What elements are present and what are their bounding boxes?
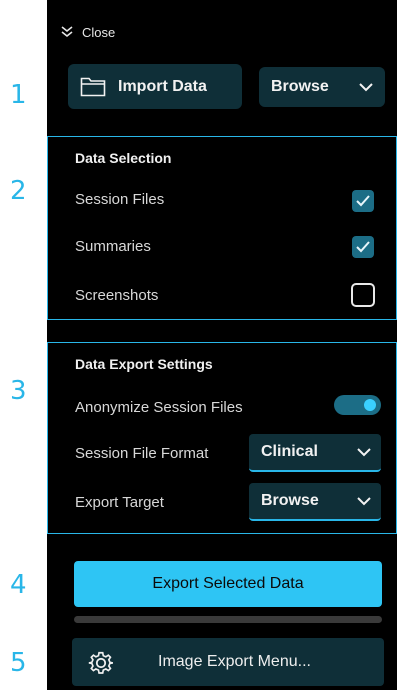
screenshots-checkbox[interactable] [351,283,375,307]
folder-icon [80,77,106,96]
close-label: Close [82,24,116,40]
marker-3: 3 [10,376,27,406]
screenshots-label: Screenshots [75,287,159,304]
export-settings-section: Data Export Settings Anonymize Session F… [47,342,397,534]
session-files-checkbox[interactable] [352,190,374,212]
session-files-label: Session Files [75,191,165,208]
marker-4: 4 [10,570,27,600]
import-data-label: Import Data [118,77,207,95]
export-target-label: Export Target [75,494,164,511]
chevron-down-icon [359,83,373,92]
marker-5: 5 [10,648,27,678]
file-format-dropdown[interactable]: Clinical [249,434,381,472]
import-source-dropdown[interactable]: Browse [259,67,385,107]
marker-2: 2 [10,176,27,206]
toggle-knob [364,399,376,411]
close-button[interactable]: Close [60,22,115,42]
export-selected-data-label: Export Selected Data [152,575,304,592]
gear-icon [88,651,113,674]
summaries-label: Summaries [75,238,151,255]
summaries-checkbox[interactable] [352,236,374,258]
import-source-value: Browse [271,78,329,95]
file-format-value: Clinical [261,443,318,460]
data-selection-title: Data Selection [75,150,172,166]
export-target-value: Browse [261,492,319,509]
export-selected-data-button[interactable]: Export Selected Data [74,561,382,607]
image-export-menu-label: Image Export Menu... [158,653,311,670]
anonymize-label: Anonymize Session Files [75,399,243,416]
export-settings-title: Data Export Settings [75,356,213,372]
anonymize-toggle[interactable] [334,395,381,415]
chevron-down-icon [357,497,371,506]
marker-1: 1 [10,80,27,110]
image-export-menu-button[interactable]: Image Export Menu... [72,638,384,686]
export-progress-bar [74,616,382,623]
export-target-dropdown[interactable]: Browse [249,483,381,521]
check-icon [356,241,370,253]
chevron-down-icon [357,448,371,457]
file-format-label: Session File Format [75,445,209,462]
double-chevron-down-icon [61,26,73,38]
check-icon [356,195,370,207]
import-data-button[interactable]: Import Data [68,64,242,109]
data-selection-section: Data Selection Session Files Summaries S… [47,136,397,320]
